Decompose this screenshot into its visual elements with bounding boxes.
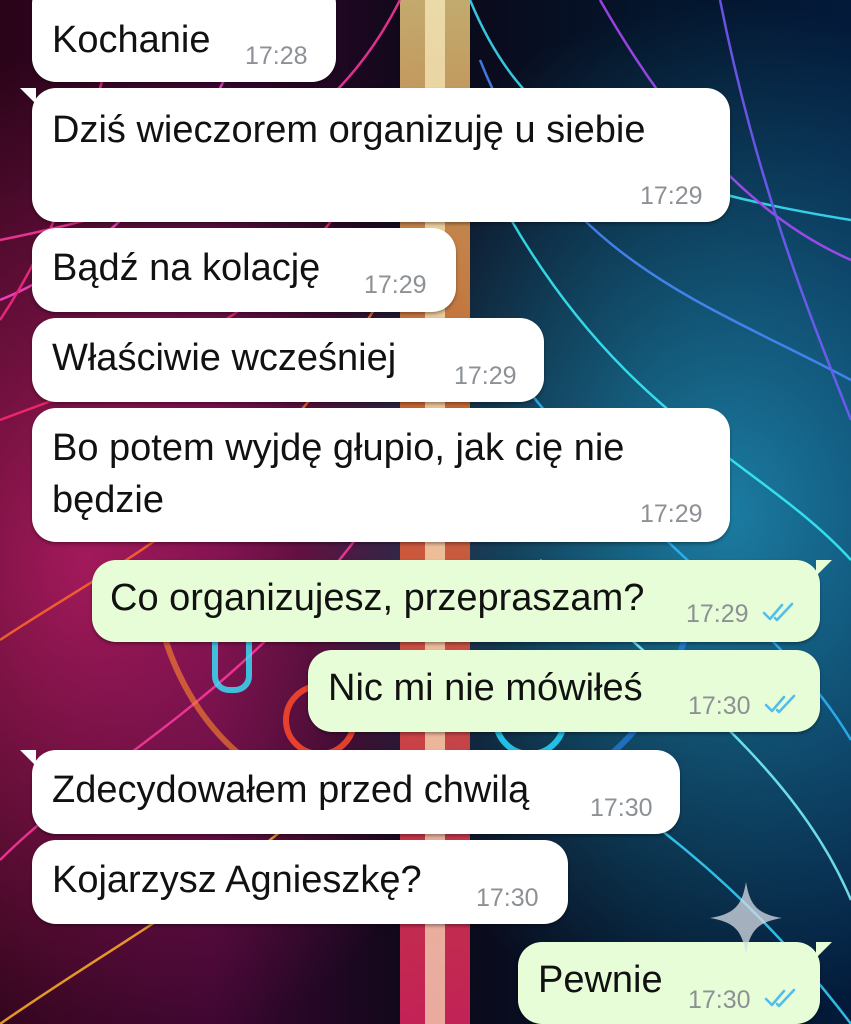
message-bubble-outgoing[interactable]: Nic mi nie mówiłeś 17:30 xyxy=(308,650,820,732)
message-timestamp: 17:29 xyxy=(686,600,749,628)
message-timestamp: 17:30 xyxy=(688,692,751,720)
message-timestamp: 17:29 xyxy=(640,182,703,210)
message-text: Zdecydowałem przed chwilą xyxy=(52,769,530,811)
message-bubble-incoming[interactable]: Kojarzysz Agnieszkę? 17:30 xyxy=(32,840,568,924)
message-bubble-incoming[interactable]: Bo potem wyjdę głupio, jak cię nie będzi… xyxy=(32,408,730,542)
message-text: Dziś wieczorem organizuję u siebie xyxy=(52,109,646,151)
message-timestamp: 17:28 xyxy=(245,42,308,70)
message-bubble-incoming[interactable]: Bądź na kolację 17:29 xyxy=(32,228,456,312)
message-text: Nic mi nie mówiłeś xyxy=(328,667,643,709)
message-timestamp: 17:29 xyxy=(640,500,703,528)
double-check-icon xyxy=(762,602,794,622)
message-text: Co organizujesz, przepraszam? xyxy=(110,577,645,619)
message-timestamp: 17:30 xyxy=(688,986,751,1014)
sparkle-icon xyxy=(710,882,782,954)
message-timestamp: 17:30 xyxy=(476,884,539,912)
message-text: Kojarzysz Agnieszkę? xyxy=(52,859,422,901)
message-text: Kochanie xyxy=(52,19,211,61)
message-bubble-incoming[interactable]: Kochanie 17:28 xyxy=(32,0,336,82)
message-bubble-incoming[interactable]: Właściwie wcześniej 17:29 xyxy=(32,318,544,402)
message-text: Bądź na kolację xyxy=(52,247,321,289)
message-bubble-incoming[interactable]: Dziś wieczorem organizuję u siebie 17:29 xyxy=(20,88,730,222)
message-bubble-outgoing[interactable]: Co organizujesz, przepraszam? 17:29 xyxy=(92,560,832,642)
double-check-icon xyxy=(764,694,796,714)
message-text: Bo potem wyjdę głupio, jak cię nie będzi… xyxy=(52,427,625,521)
message-timestamp: 17:29 xyxy=(364,271,427,299)
message-text: Pewnie xyxy=(538,959,663,1001)
message-text: Właściwie wcześniej xyxy=(52,337,397,379)
chat-message-list: Kochanie 17:28 Dziś wieczorem organizuję… xyxy=(0,0,851,1024)
double-check-icon xyxy=(764,988,796,1008)
message-timestamp: 17:29 xyxy=(454,362,517,390)
message-bubble-incoming[interactable]: Zdecydowałem przed chwilą 17:30 xyxy=(20,750,680,834)
message-timestamp: 17:30 xyxy=(590,794,653,822)
